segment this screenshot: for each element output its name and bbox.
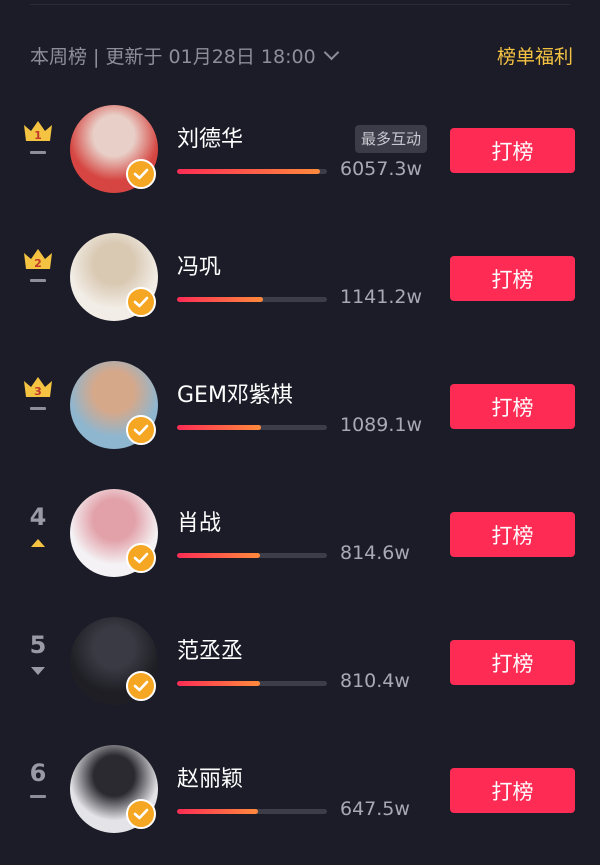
rank-number: 5 [29,631,47,659]
rank-indicator: 2 [20,247,56,307]
crown-icon: 1 [24,121,52,142]
vote-button[interactable]: 打榜 [450,256,575,301]
score-progress-fill [177,169,320,174]
period-selector[interactable]: 本周榜 | 更新于 01月28日 18:00 [30,42,339,69]
score-value: 1089.1w [340,414,423,436]
ranking-row[interactable]: 1 刘德华 最多互动 6057.3w 打榜 [0,105,600,225]
ranking-row[interactable]: 4 肖战 814.6w 打榜 [0,489,600,609]
verified-icon [126,543,156,573]
ranking-row[interactable]: 3 GEM邓紫棋 1089.1w 打榜 [0,361,600,481]
artist-name[interactable]: 刘德华 [177,121,243,153]
ranking-row[interactable]: 5 范丞丞 810.4w 打榜 [0,617,600,737]
score-progress-bar [177,169,327,174]
verified-icon [126,415,156,445]
crown-rank-number: 1 [34,129,42,142]
artist-name[interactable]: 肖战 [177,505,221,537]
score-value: 1141.2w [340,286,423,308]
score-progress-bar [177,681,327,686]
trend-down-icon [31,667,45,675]
score-progress-fill [177,809,258,814]
score-value: 6057.3w [340,158,423,180]
rank-number: 6 [29,759,47,787]
score-progress-bar [177,809,327,814]
rank-indicator: 1 [20,119,56,179]
score-progress-bar [177,553,327,558]
rank-indicator: 3 [20,375,56,435]
chevron-down-icon [323,44,339,60]
score-progress-fill [177,681,260,686]
artist-name[interactable]: GEM邓紫棋 [177,377,293,409]
crown-rank-number: 2 [34,257,42,270]
ranking-row[interactable]: 2 冯巩 1141.2w 打榜 [0,233,600,353]
artist-name[interactable]: 冯巩 [177,249,221,281]
crown-icon: 3 [24,377,52,398]
trend-same-icon [30,795,46,798]
score-value: 810.4w [340,670,410,692]
score-progress-fill [177,553,260,558]
score-value: 814.6w [340,542,410,564]
vote-button[interactable]: 打榜 [450,128,575,173]
vote-button[interactable]: 打榜 [450,768,575,813]
top-divider [30,4,570,5]
trend-up-icon [31,539,45,547]
verified-icon [126,159,156,189]
verified-icon [126,671,156,701]
crown-rank-number: 3 [34,385,42,398]
score-progress-fill [177,297,263,302]
ranking-header: 本周榜 | 更新于 01月28日 18:00 榜单福利 [30,40,573,70]
verified-icon [126,799,156,829]
trend-same-icon [30,279,46,282]
score-progress-fill [177,425,261,430]
score-progress-bar [177,425,327,430]
rank-indicator: 6 [20,759,56,819]
benefit-link[interactable]: 榜单福利 [497,42,573,69]
vote-button[interactable]: 打榜 [450,640,575,685]
verified-icon [126,287,156,317]
rank-number: 4 [29,503,47,531]
trend-same-icon [30,151,46,154]
period-text: 本周榜 | 更新于 01月28日 18:00 [30,45,316,68]
crown-icon: 2 [24,249,52,270]
trend-same-icon [30,407,46,410]
artist-name[interactable]: 范丞丞 [177,633,243,665]
rank-indicator: 5 [20,631,56,691]
most-interaction-badge: 最多互动 [355,125,428,153]
ranking-row[interactable]: 6 赵丽颖 647.5w 打榜 [0,745,600,865]
score-progress-bar [177,297,327,302]
vote-button[interactable]: 打榜 [450,384,575,429]
score-value: 647.5w [340,798,410,820]
vote-button[interactable]: 打榜 [450,512,575,557]
artist-name[interactable]: 赵丽颖 [177,761,243,793]
rank-indicator: 4 [20,503,56,563]
